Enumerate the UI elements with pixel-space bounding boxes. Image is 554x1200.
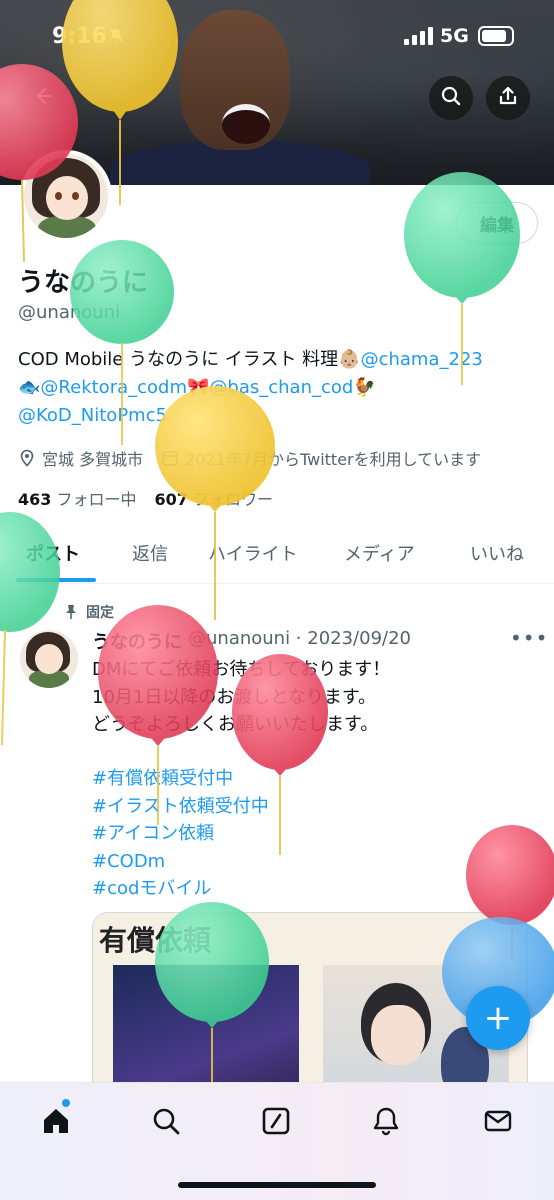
post-header: うなのうに @unanouni · 2023/09/20 <box>92 628 411 654</box>
profile-avatar[interactable] <box>20 150 112 242</box>
network-type: 5G <box>440 25 469 47</box>
media-title: 有償依頼 <box>99 924 212 957</box>
signal-icon <box>404 27 434 45</box>
hashtag-link[interactable]: #有償依頼受付中 <box>92 765 269 793</box>
compose-icon <box>262 1107 290 1135</box>
tab-media[interactable]: メディア <box>344 540 415 566</box>
home-notification-dot <box>62 1099 70 1107</box>
profile-handle: @unanouni <box>18 302 121 323</box>
post-line: 10月1日以降のお渡しとなります。 <box>92 686 377 708</box>
bio-mention[interactable]: @chama_223 <box>361 349 483 370</box>
status-time: 9:16 <box>52 24 107 49</box>
profile-name: うなのうに <box>18 268 149 298</box>
tab-likes[interactable]: いいね <box>470 540 524 566</box>
nav-home[interactable] <box>38 1103 74 1139</box>
hashtag-link[interactable]: #アイコン依頼 <box>92 820 269 848</box>
tab-posts[interactable]: ポスト <box>26 540 80 566</box>
battery-icon <box>478 26 514 46</box>
joined: 2021年7月からTwitterを利用しています <box>161 446 481 470</box>
pin-icon <box>66 605 76 619</box>
followers-count: 607 <box>154 490 188 509</box>
nav-search[interactable] <box>148 1103 184 1139</box>
tab-replies[interactable]: 返信 <box>132 540 168 566</box>
location: 宮城 多賀城市 <box>18 446 143 470</box>
fish-emoji: 🐟 <box>18 377 41 398</box>
more-options-icon[interactable]: ••• <box>510 626 548 650</box>
follow-stats: 463 フォロー中 607 フォロワー <box>18 486 273 510</box>
mail-icon <box>484 1110 512 1132</box>
hashtag-link[interactable]: #CODm <box>92 848 269 876</box>
pinned-label: 固定 <box>64 602 114 622</box>
share-icon <box>497 85 519 111</box>
nav-messages[interactable] <box>480 1103 516 1139</box>
home-indicator <box>178 1182 376 1188</box>
arrow-left-icon <box>31 85 53 111</box>
tab-highlights[interactable]: ハイライト <box>208 540 298 566</box>
location-text: 宮城 多賀城市 <box>42 450 144 469</box>
post-avatar[interactable] <box>20 630 78 688</box>
edit-profile-button[interactable]: 編集 <box>456 202 538 244</box>
followers-label: フォロワー <box>193 490 274 509</box>
home-icon <box>44 1109 68 1133</box>
profile-meta: 宮城 多賀城市 2021年7月からTwitterを利用しています <box>18 446 481 470</box>
following-link[interactable]: 463 フォロー中 <box>18 486 137 510</box>
search-icon <box>153 1108 180 1135</box>
status-bar: 9:16 5G <box>0 0 554 72</box>
bio-text: COD Mobile うなのうに イラスト 料理👶🏼 <box>18 349 361 370</box>
back-button[interactable] <box>20 76 64 120</box>
search-button[interactable] <box>429 76 473 120</box>
post-hashtags: #有償依頼受付中 #イラスト依頼受付中 #アイコン依頼 #CODm #codモバ… <box>92 765 269 903</box>
banner-mouth <box>222 104 270 144</box>
rooster-emoji: 🐓 <box>353 377 376 398</box>
post-text: DMにてご依頼お待ちしております！ 10月1日以降のお渡しとなります。 どうぞよ… <box>92 656 532 739</box>
followers-link[interactable]: 607 フォロワー <box>155 486 274 510</box>
post-line: DMにてご依頼お待ちしております！ <box>92 659 391 680</box>
nav-notifications[interactable] <box>368 1103 404 1139</box>
profile-bio: COD Mobile うなのうに イラスト 料理👶🏼@chama_223 🐟@R… <box>18 346 538 430</box>
hashtag-link[interactable]: #イラスト依頼受付中 <box>92 793 269 821</box>
post-line: どうぞよろしくお願いいたします。 <box>92 714 379 735</box>
search-icon <box>440 85 462 111</box>
bio-mention[interactable]: @bas_chan_cod <box>209 377 353 398</box>
profile-tabs: ポスト 返信 ハイライト メディア いいね <box>0 520 554 584</box>
post-author[interactable]: うなのうに <box>92 628 182 654</box>
pinned-text: 固定 <box>86 605 114 621</box>
share-button[interactable] <box>486 76 530 120</box>
bio-mention[interactable]: @Rektora_codm <box>40 377 187 398</box>
hashtag-link[interactable]: #codモバイル <box>92 875 269 903</box>
following-label: フォロー中 <box>56 490 137 509</box>
nav-compose[interactable] <box>258 1103 294 1139</box>
bio-mention[interactable]: @KoD_NitoPmc5 <box>18 405 167 426</box>
joined-text: 2021年7月からTwitterを利用しています <box>185 450 482 469</box>
silent-bell-icon <box>108 27 124 47</box>
bell-icon <box>373 1107 399 1136</box>
ribbon-emoji: 🎀 <box>187 377 210 398</box>
location-pin-icon <box>20 449 34 467</box>
following-count: 463 <box>18 490 52 509</box>
active-tab-indicator <box>16 578 96 582</box>
post-meta: @unanouni · 2023/09/20 <box>188 628 411 649</box>
calendar-icon <box>162 451 178 466</box>
compose-fab-button[interactable]: + <box>466 986 530 1050</box>
